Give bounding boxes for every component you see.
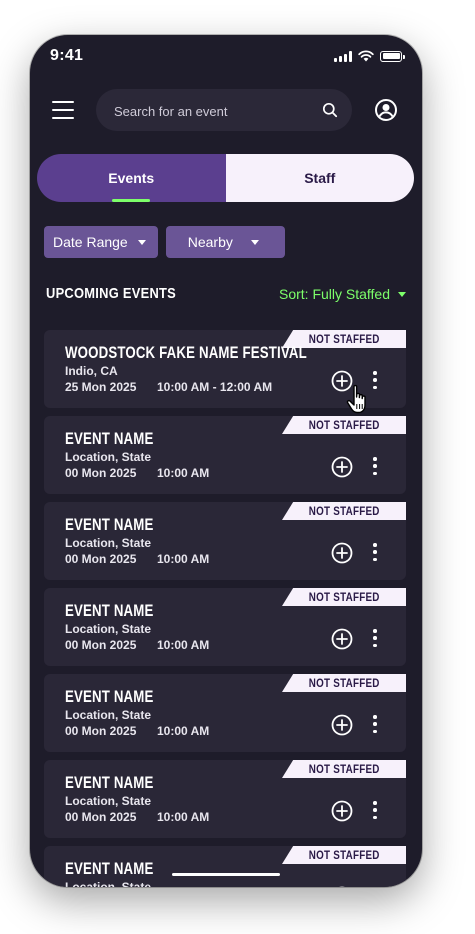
event-location: Location, State bbox=[65, 708, 152, 722]
hamburger-menu-icon[interactable] bbox=[52, 101, 74, 119]
event-location: Location, State bbox=[65, 880, 152, 887]
sort-label: Sort: Fully Staffed bbox=[278, 286, 390, 302]
status-badge: NOT STAFFED bbox=[282, 760, 406, 778]
event-card[interactable]: NOT STAFFED EVENT NAME Location, State 00 M… bbox=[44, 588, 406, 666]
plus-circle-icon[interactable] bbox=[331, 800, 353, 822]
event-time: 10:00 AM bbox=[157, 638, 210, 652]
status-time: 9:41 bbox=[50, 47, 84, 64]
hand-pointer-icon bbox=[346, 384, 366, 414]
top-bar bbox=[30, 89, 422, 133]
event-title: EVENT NAME bbox=[65, 515, 154, 534]
event-date: 00 Mon 2025 bbox=[65, 724, 137, 738]
view-toggle: Events Staff bbox=[37, 154, 414, 202]
nearby-filter[interactable]: Nearby bbox=[165, 226, 285, 258]
event-date: 00 Mon 2025 bbox=[65, 638, 137, 652]
status-badge: NOT STAFFED bbox=[282, 674, 406, 692]
chevron-down-icon bbox=[398, 291, 406, 297]
active-tab-indicator bbox=[112, 199, 151, 202]
event-title: WOODSTOCK FAKE NAME FESTIVAL bbox=[65, 343, 307, 362]
vertical-dots-icon[interactable] bbox=[369, 457, 381, 475]
event-location: Indio, CA bbox=[65, 364, 118, 378]
vertical-dots-icon[interactable] bbox=[369, 543, 381, 561]
event-time: 10:00 AM bbox=[157, 810, 210, 824]
tab-events-label: Events bbox=[108, 170, 155, 186]
home-indicator bbox=[172, 873, 280, 876]
event-title: EVENT NAME bbox=[65, 429, 154, 448]
event-card[interactable]: NOT STAFFED EVENT NAME Location, State 00 M… bbox=[44, 502, 406, 580]
event-time: 10:00 AM bbox=[157, 724, 210, 738]
search-bar bbox=[96, 89, 352, 133]
plus-circle-icon[interactable] bbox=[331, 886, 353, 887]
event-date: 00 Mon 2025 bbox=[65, 552, 137, 566]
status-bar: 9:41 bbox=[30, 35, 422, 79]
status-badge: NOT STAFFED bbox=[282, 588, 406, 606]
event-time: 10:00 AM bbox=[157, 552, 210, 566]
event-card[interactable]: NOT STAFFED EVENT NAME Location, State 00 M… bbox=[44, 760, 406, 838]
tab-staff[interactable]: Staff bbox=[225, 154, 414, 202]
event-time: 10:00 AM - 12:00 AM bbox=[157, 380, 273, 394]
filter-bar: Date Range Nearby bbox=[44, 226, 285, 258]
plus-circle-icon[interactable] bbox=[331, 542, 353, 564]
event-location: Location, State bbox=[65, 536, 152, 550]
event-title: EVENT NAME bbox=[65, 859, 154, 878]
section-title: UPCOMING EVENTS bbox=[46, 285, 177, 302]
chevron-down-icon bbox=[137, 239, 146, 245]
user-circle-icon[interactable] bbox=[374, 98, 398, 122]
event-title: EVENT NAME bbox=[65, 687, 154, 706]
event-location: Location, State bbox=[65, 622, 152, 636]
event-title: EVENT NAME bbox=[65, 601, 154, 620]
status-icons bbox=[334, 50, 405, 62]
plus-circle-icon[interactable] bbox=[331, 628, 353, 650]
plus-circle-icon[interactable] bbox=[331, 714, 353, 736]
event-date: 00 Mon 2025 bbox=[65, 810, 137, 824]
nearby-label: Nearby bbox=[187, 234, 233, 250]
event-location: Location, State bbox=[65, 450, 152, 464]
tab-staff-label: Staff bbox=[304, 170, 336, 186]
event-date: 25 Mon 2025 bbox=[65, 380, 137, 394]
phone-screen: 9:41 Even bbox=[30, 35, 422, 887]
event-date: 00 Mon 2025 bbox=[65, 466, 137, 480]
cellular-signal-icon bbox=[334, 50, 352, 62]
event-time: 10:00 AM bbox=[157, 466, 210, 480]
event-card[interactable]: NOT STAFFED EVENT NAME Location, State 00 M… bbox=[44, 674, 406, 752]
date-range-filter[interactable]: Date Range bbox=[44, 226, 158, 258]
vertical-dots-icon[interactable] bbox=[369, 629, 381, 647]
status-badge: NOT STAFFED bbox=[282, 416, 406, 434]
battery-icon bbox=[380, 50, 405, 62]
event-location: Location, State bbox=[65, 794, 152, 808]
event-title: EVENT NAME bbox=[65, 773, 154, 792]
chevron-down-icon bbox=[250, 239, 259, 245]
section-header: UPCOMING EVENTS Sort: Fully Staffed bbox=[46, 285, 406, 305]
plus-circle-icon[interactable] bbox=[331, 456, 353, 478]
event-card[interactable]: NOT STAFFED EVENT NAME Location, State bbox=[44, 846, 406, 887]
sort-dropdown[interactable]: Sort: Fully Staffed bbox=[279, 286, 406, 302]
status-badge: NOT STAFFED bbox=[282, 502, 406, 520]
vertical-dots-icon[interactable] bbox=[369, 715, 381, 733]
search-icon[interactable] bbox=[322, 102, 338, 118]
vertical-dots-icon[interactable] bbox=[369, 801, 381, 819]
status-badge: NOT STAFFED bbox=[282, 846, 406, 864]
wifi-icon bbox=[358, 50, 374, 62]
tab-events[interactable]: Events bbox=[37, 154, 226, 202]
search-input[interactable] bbox=[112, 89, 316, 133]
event-card[interactable]: NOT STAFFED EVENT NAME Location, State 00 M… bbox=[44, 416, 406, 494]
date-range-label: Date Range bbox=[53, 234, 128, 250]
